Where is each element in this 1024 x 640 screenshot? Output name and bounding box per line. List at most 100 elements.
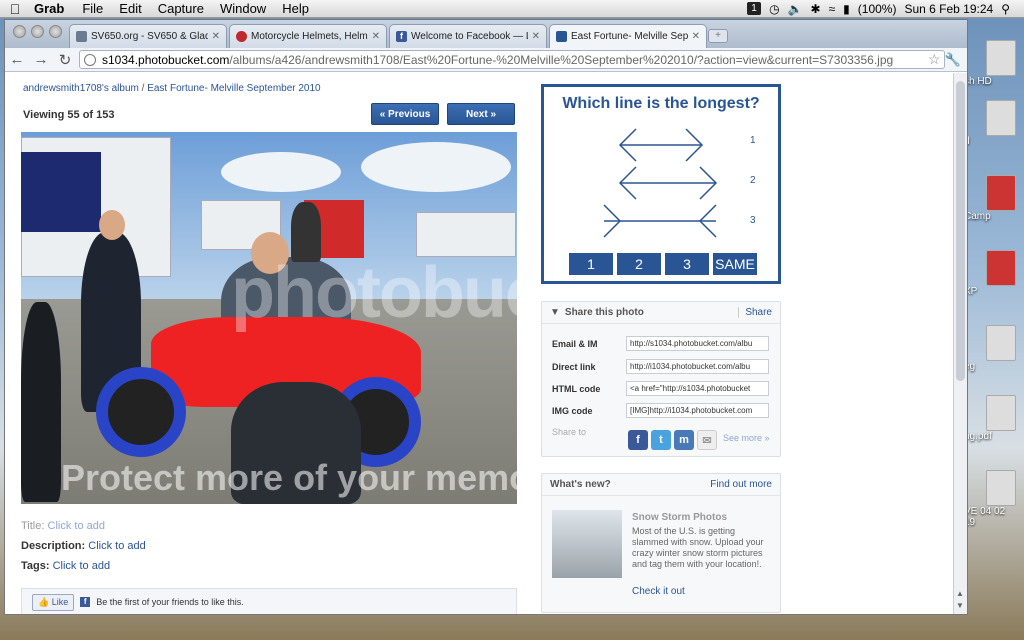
facebook-favicon-icon: f	[396, 31, 407, 42]
direct-link-field[interactable]: http://i1034.photobucket.com/albu	[626, 359, 769, 374]
clock[interactable]: Sun 6 Feb 19:24	[904, 2, 993, 16]
next-button[interactable]: Next »	[447, 103, 515, 125]
browser-window: SV650.org - SV650 & Gladiu ✕ Motorcycle …	[4, 19, 968, 615]
scroll-up-arrow-icon[interactable]: ▲	[956, 589, 964, 598]
bookmark-star-icon[interactable]: ☆	[928, 51, 944, 68]
url-path: /albums/a426/andrewsmith1708/East%20Fort…	[229, 52, 894, 67]
like-button[interactable]: 👍 Like	[32, 593, 75, 611]
tab-photobucket[interactable]: East Fortune- Melville Septe ✕	[549, 24, 707, 48]
share-to-label: Share to	[552, 427, 587, 437]
time-machine-icon[interactable]: ◷	[769, 2, 779, 16]
menu-window[interactable]: Window	[212, 1, 274, 16]
whats-new-header: What's new? Find out more	[542, 474, 780, 496]
close-window-button[interactable]	[13, 25, 26, 38]
back-arrow-icon[interactable]: ←	[5, 51, 29, 68]
ad-answer-same-button[interactable]: SAME	[713, 253, 757, 275]
tab-sv650[interactable]: SV650.org - SV650 & Gladiu ✕	[69, 24, 227, 48]
tags-label: Tags:	[21, 560, 50, 572]
desktop-file-icon[interactable]: eg	[964, 325, 1016, 372]
battery-percent: (100%)	[857, 1, 897, 16]
tab-facebook[interactable]: f Welcome to Facebook — Log ✕	[389, 24, 547, 48]
desktop-drive-icon[interactable]: sh HD	[964, 40, 1016, 87]
twitter-share-icon[interactable]: t	[651, 430, 671, 450]
like-button-label: Like	[51, 596, 69, 607]
desktop-pdf-icon[interactable]: ng.pdf	[964, 395, 1016, 442]
title-add-link[interactable]: Click to add	[48, 520, 105, 532]
tags-add-link[interactable]: Click to add	[53, 560, 110, 572]
collapse-arrow-icon[interactable]: ▼	[550, 307, 560, 318]
volume-icon[interactable]: 🔈	[788, 2, 803, 16]
tags-row: Tags: Click to add	[21, 560, 110, 572]
ad-answer-3-button[interactable]: 3	[665, 253, 709, 275]
description-add-link[interactable]: Click to add	[88, 540, 145, 552]
scrollbar-thumb[interactable]	[956, 81, 965, 381]
zoom-window-button[interactable]	[49, 25, 62, 38]
viewing-count: Viewing 55 of 153	[23, 109, 115, 121]
vertical-scrollbar[interactable]: ▲ ▼	[953, 73, 967, 614]
tab-title: East Fortune- Melville Septe	[571, 31, 688, 42]
app-menu[interactable]: Grab	[30, 1, 74, 16]
close-tab-icon[interactable]: ✕	[212, 31, 220, 42]
menu-edit[interactable]: Edit	[111, 1, 149, 16]
address-bar[interactable]: s1034.photobucket.com/albums/a426/andrew…	[79, 50, 945, 69]
ad-answer-1-button[interactable]: 1	[569, 253, 613, 275]
whats-new-text: Most of the U.S. is getting slammed with…	[632, 526, 764, 569]
bluetooth-icon[interactable]: ✱	[811, 2, 821, 16]
desktop-icon-label: VE 04 02 19	[964, 506, 1006, 528]
desktop-app-icon[interactable]: XP	[964, 250, 1016, 297]
reload-icon[interactable]: ↻	[53, 51, 77, 69]
ad-banner[interactable]: Which line is the longest? 1 2 3 1 2 3 S…	[541, 84, 781, 284]
desktop-file-icon[interactable]: d	[964, 100, 1016, 147]
breadcrumb-album-link[interactable]: andrewsmith1708's album	[23, 83, 139, 94]
spaces-icon[interactable]: 1	[747, 2, 762, 15]
battery-icon[interactable]: ▮	[843, 2, 850, 16]
share-link[interactable]: Share	[738, 307, 780, 318]
desktop-app-icon[interactable]: Camp	[964, 175, 1016, 222]
ad-answer-2-button[interactable]: 2	[617, 253, 661, 275]
myspace-share-icon[interactable]: m	[674, 430, 694, 450]
share-panel: ▼ Share this photo Share Email & IM http…	[541, 301, 781, 457]
snow-storm-thumbnail[interactable]	[552, 510, 622, 578]
share-label-direct: Direct link	[552, 362, 596, 372]
close-tab-icon[interactable]: ✕	[692, 31, 700, 42]
share-heading: Share this photo	[564, 307, 644, 318]
img-code-field[interactable]: [IMG]http://i1034.photobucket.com	[626, 403, 769, 418]
main-photo[interactable]: photobucket Protect more of your memorie…	[21, 132, 517, 504]
new-tab-button[interactable]: +	[708, 29, 728, 43]
html-code-field[interactable]: <a href="http://s1034.photobucket	[626, 381, 769, 396]
find-out-more-link[interactable]: Find out more	[710, 479, 780, 490]
globe-icon	[84, 53, 96, 66]
photo-blue-gazebo	[21, 152, 101, 232]
menu-file[interactable]: File	[74, 1, 111, 16]
wifi-icon[interactable]: ≈	[829, 2, 836, 16]
previous-button[interactable]: « Previous	[371, 103, 439, 125]
url-text[interactable]: s1034.photobucket.com/albums/a426/andrew…	[102, 53, 928, 67]
page-content: andrewsmith1708's album / East Fortune- …	[5, 73, 955, 614]
menu-help[interactable]: Help	[274, 1, 317, 16]
photo-front-wheel	[96, 367, 186, 457]
close-tab-icon[interactable]: ✕	[532, 31, 540, 42]
ad-question: Which line is the longest?	[562, 95, 760, 112]
email-im-field[interactable]: http://s1034.photobucket.com/albu	[626, 336, 769, 351]
browser-toolbar: ← → ↻ s1034.photobucket.com/albums/a426/…	[5, 48, 967, 72]
check-it-out-link[interactable]: Check it out	[632, 586, 685, 597]
facebook-share-icon[interactable]: f	[628, 430, 648, 450]
email-share-icon[interactable]: ✉	[697, 430, 717, 450]
wrench-menu-icon[interactable]: 🔧	[945, 52, 961, 68]
spotlight-icon[interactable]: ⚲	[1001, 2, 1010, 16]
desktop-file-icon[interactable]: VE 04 02 19	[964, 470, 1016, 528]
scroll-down-arrow-icon[interactable]: ▼	[956, 601, 964, 610]
helmet-favicon-icon	[236, 31, 247, 42]
tab-helmets[interactable]: Motorcycle Helmets, Helmet ✕	[229, 24, 387, 48]
forward-arrow-icon[interactable]: →	[29, 51, 53, 68]
see-more-link[interactable]: See more »	[723, 433, 770, 443]
breadcrumb-current-link[interactable]: East Fortune- Melville September 2010	[147, 83, 320, 94]
minimize-window-button[interactable]	[31, 25, 44, 38]
share-label-img: IMG code	[552, 406, 593, 416]
title-label: Title:	[21, 520, 45, 532]
close-tab-icon[interactable]: ✕	[372, 31, 380, 42]
menu-capture[interactable]: Capture	[150, 1, 212, 16]
apple-menu-icon[interactable]: 	[0, 1, 30, 17]
whats-new-title[interactable]: Snow Storm Photos	[632, 512, 727, 523]
desktop-icon-label: ng.pdf	[964, 431, 992, 442]
